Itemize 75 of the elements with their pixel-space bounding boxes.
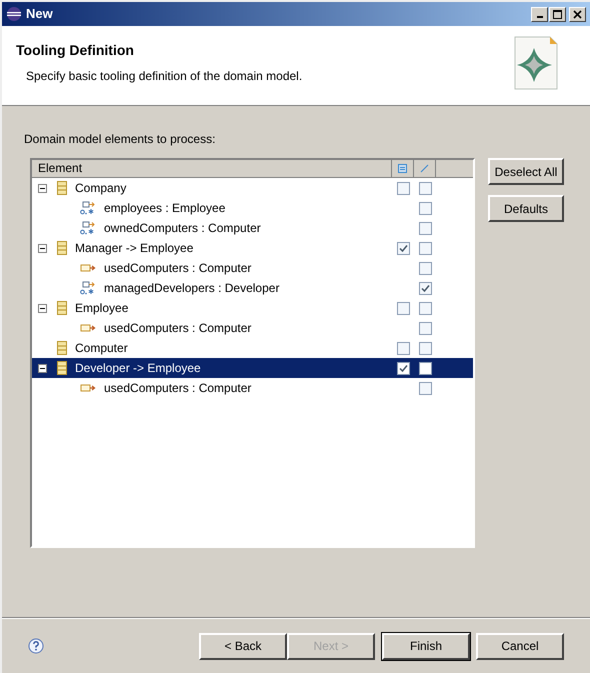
checkbox[interactable] [396,342,410,354]
checkbox[interactable] [418,302,432,314]
checkbox[interactable] [418,362,432,374]
tree-row[interactable]: Company [32,178,473,198]
reference-many-icon [80,281,96,295]
pencil-icon [420,164,429,173]
tree-row[interactable]: managedDevelopers : Developer [32,278,473,298]
maximize-icon [553,10,562,18]
reference-many-icon [80,221,96,235]
wizard-button[interactable]: < Back [199,632,287,660]
column-header[interactable] [414,160,436,178]
side-button[interactable]: Deselect All [488,158,564,185]
checkbox[interactable] [418,322,432,334]
tree-item-label: usedComputers : Computer [104,320,252,337]
tree-row[interactable]: Developer -> Employee [32,358,473,378]
checkbox[interactable] [418,382,432,394]
tree-item-label: Manager -> Employee [75,240,194,257]
checkbox[interactable] [418,222,432,234]
tree-item-label: usedComputers : Computer [104,380,252,397]
reference-icon [80,263,96,273]
checkbox[interactable] [418,282,432,294]
eclipse-icon [6,6,22,22]
wizard-button[interactable]: Finish [382,632,470,660]
checkbox[interactable] [418,202,432,214]
checkbox[interactable] [396,362,410,374]
list-icon [398,164,407,173]
tree-item-label: managedDevelopers : Developer [104,280,280,297]
checkbox[interactable] [418,262,432,274]
wizard-banner-icon [514,36,558,90]
section-label: Domain model elements to process: [24,131,216,148]
tree-item-label: Company [75,180,126,197]
checkbox[interactable] [396,242,410,254]
class-icon [57,301,67,315]
tree-item-label: employees : Employee [104,200,226,217]
collapse-icon[interactable] [38,184,47,192]
close-button[interactable] [569,6,586,22]
reference-icon [80,323,96,333]
maximize-button[interactable] [549,6,566,22]
reference-icon [80,383,96,393]
collapse-icon[interactable] [38,364,47,372]
collapse-icon[interactable] [38,244,47,252]
tree-item-label: Employee [75,300,128,317]
tree-item-label: Computer [75,340,128,357]
reference-many-icon [80,201,96,215]
tree-row[interactable]: Employee [32,298,473,318]
wizard-button[interactable]: Cancel [476,632,564,660]
checkbox[interactable] [396,302,410,314]
tree-row[interactable]: usedComputers : Computer [32,318,473,338]
class-icon [57,181,67,195]
minimize-icon [536,16,542,18]
help-icon[interactable] [28,638,44,654]
window-title: New [26,5,53,24]
tree-row[interactable]: usedComputers : Computer [32,378,473,398]
close-icon [573,10,582,18]
tree-row[interactable]: ownedComputers : Computer [32,218,473,238]
tree-item-label: Developer -> Employee [75,360,201,377]
column-header[interactable] [392,160,414,178]
tree-row[interactable]: Manager -> Employee [32,238,473,258]
tree-item-label: usedComputers : Computer [104,260,252,277]
tree-row[interactable]: usedComputers : Computer [32,258,473,278]
side-button[interactable]: Defaults [488,195,564,222]
page-description: Specify basic tooling definition of the domain model. [26,68,302,85]
checkbox[interactable] [418,182,432,194]
checkbox[interactable] [418,342,432,354]
page-title: Tooling Definition [16,41,135,60]
tree-row[interactable]: Computer [32,338,473,358]
class-icon [57,241,67,255]
minimize-button[interactable] [531,6,548,22]
class-icon [57,341,67,355]
class-icon [57,361,67,375]
collapse-icon[interactable] [38,304,47,312]
tree-row[interactable]: employees : Employee [32,198,473,218]
checkbox[interactable] [396,182,410,194]
tree-item-label: ownedComputers : Computer [104,220,261,237]
checkbox[interactable] [418,242,432,254]
